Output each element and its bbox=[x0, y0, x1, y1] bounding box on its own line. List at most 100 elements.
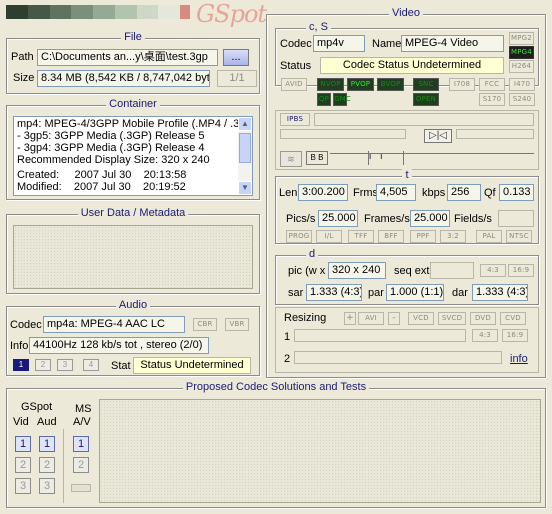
resize-minus-flag[interactable]: - bbox=[388, 312, 400, 325]
audio-stream-2[interactable]: 2 bbox=[35, 359, 51, 371]
browse-button[interactable]: ... bbox=[223, 49, 249, 66]
pvop-flag: PVOP bbox=[347, 78, 374, 91]
userdata-area[interactable] bbox=[13, 225, 253, 289]
av-1-button[interactable]: 1 bbox=[73, 436, 89, 452]
audio-stream-1[interactable]: 1 bbox=[13, 359, 29, 371]
video-codec-label: Codec bbox=[280, 38, 312, 50]
b-frames-indicator: B B bbox=[306, 151, 328, 165]
container-title: Container bbox=[106, 98, 160, 110]
nvop-flag: NVOP bbox=[317, 78, 344, 91]
resizing-area: Resizing + AVI - VCD SVCD DVD CVD 1 4:3 … bbox=[275, 307, 539, 373]
gop-timeline-line bbox=[330, 153, 534, 154]
av-2-button[interactable]: 2 bbox=[73, 457, 89, 473]
vid-3-button[interactable]: 3 bbox=[15, 478, 31, 494]
audio-stream-4[interactable]: 4 bbox=[83, 359, 99, 371]
resize-plus-flag[interactable]: + bbox=[344, 312, 356, 325]
audio-title: Audio bbox=[115, 299, 151, 311]
vid-2-button[interactable]: 2 bbox=[15, 457, 31, 473]
page-indicator: 1/1 bbox=[217, 70, 257, 87]
open-flag: OPEN bbox=[413, 93, 439, 106]
image-icon[interactable]: ≋ bbox=[280, 151, 302, 167]
aud-2-button[interactable]: 2 bbox=[39, 457, 55, 473]
len-field: 3:00.200 bbox=[298, 184, 348, 201]
resize-row2-label: 2 bbox=[284, 353, 291, 365]
resize-dvd-flag[interactable]: DVD bbox=[470, 312, 496, 325]
frms-label: Frms bbox=[353, 187, 379, 199]
cs-title: c, S bbox=[306, 21, 331, 33]
swatch bbox=[180, 5, 190, 19]
scroll-down-icon[interactable]: ▼ bbox=[238, 181, 252, 195]
resize-row1-field bbox=[294, 329, 466, 342]
pic-label: pic (w x bbox=[288, 265, 326, 277]
resize-svcd-flag[interactable]: SVCD bbox=[438, 312, 466, 325]
par-label: par bbox=[368, 287, 384, 299]
dimensions-subgroup: d pic (w x 320 x 240 seq ext 4:3 16:9 sa… bbox=[275, 248, 539, 305]
audio-info-label: Info bbox=[10, 340, 29, 352]
info-link[interactable]: info bbox=[510, 352, 528, 366]
userdata-title: User Data / Metadata bbox=[77, 207, 189, 219]
dar-field: 1.333 (4:3) bbox=[472, 284, 528, 301]
tff-flag: TFF bbox=[348, 230, 374, 243]
audio-info-field: 44100Hz 128 kb/s tot , stereo (2/0) bbox=[29, 337, 209, 354]
aud-1-button[interactable]: 1 bbox=[39, 436, 55, 452]
swatch bbox=[71, 5, 93, 19]
t-title: t bbox=[402, 169, 412, 181]
container-group: Container mp4: MPEG-4/3GPP Mobile Profil… bbox=[6, 98, 260, 200]
path-label: Path bbox=[11, 51, 34, 63]
resize-vcd-flag[interactable]: VCD bbox=[408, 312, 434, 325]
sar-label: sar bbox=[288, 287, 304, 299]
header-swatches bbox=[6, 5, 190, 19]
il-flag: I/L bbox=[316, 230, 342, 243]
pics-label: Pics/s bbox=[286, 213, 316, 225]
vid-1-button[interactable]: 1 bbox=[15, 436, 31, 452]
qf-field: 0.133 bbox=[499, 184, 534, 201]
resize-row1-label: 1 bbox=[284, 331, 291, 343]
container-scrollbar[interactable]: ▲ ▼ bbox=[238, 117, 252, 195]
row1-169-flag: 16:9 bbox=[502, 329, 528, 342]
h264-flag: H264 bbox=[509, 60, 534, 73]
video-title: Video bbox=[389, 7, 423, 19]
bff-flag: BFF bbox=[378, 230, 404, 243]
proposed-results-area[interactable] bbox=[99, 399, 541, 503]
timing-subgroup: t Len 3:00.200 Frms 4,505 kbps 256 Qf 0.… bbox=[275, 169, 539, 244]
container-info-list[interactable]: mp4: MPEG-4/3GPP Mobile Profile (.MP4 / … bbox=[13, 116, 253, 196]
frames-field: 25.000 bbox=[410, 210, 450, 227]
seqext-field bbox=[430, 262, 474, 279]
seqext-label: seq ext bbox=[394, 265, 430, 277]
swatch bbox=[136, 5, 159, 19]
swatch bbox=[6, 5, 28, 19]
qp-flag: QP bbox=[317, 93, 331, 106]
i470-flag: I470 bbox=[509, 78, 535, 91]
container-line: mp4: MPEG-4/3GPP Mobile Profile (.MP4 / … bbox=[17, 118, 239, 130]
scroll-up-icon[interactable]: ▲ bbox=[238, 117, 252, 131]
s170-flag: S170 bbox=[479, 93, 505, 106]
resize-cvd-flag[interactable]: CVD bbox=[500, 312, 526, 325]
audio-codec-label: Codec bbox=[10, 319, 42, 331]
resize-avi-flag[interactable]: AVI bbox=[358, 312, 384, 325]
frame-type-area: IPBS ▷|◁ ≋ B B I I bbox=[275, 110, 539, 170]
scroll-thumb[interactable] bbox=[239, 133, 251, 163]
path-field[interactable]: C:\Documents an...y\桌面\test.3gp bbox=[37, 49, 218, 66]
aud-label: Aud bbox=[37, 416, 57, 428]
fields-field bbox=[498, 210, 534, 227]
audio-group: Audio Codec mp4a: MPEG-4 AAC LC CBR VBR … bbox=[6, 299, 260, 376]
video-status-field: Codec Status Undetermined bbox=[320, 57, 504, 74]
file-title: File bbox=[121, 31, 145, 43]
swatch bbox=[158, 5, 180, 19]
swap-arrows-icon[interactable]: ▷|◁ bbox=[424, 129, 452, 143]
aspect-169-flag: 16:9 bbox=[508, 264, 534, 277]
audio-stream-3[interactable]: 3 bbox=[57, 359, 73, 371]
fields-label: Fields/s bbox=[454, 213, 492, 225]
pic-field: 320 x 240 bbox=[328, 262, 386, 279]
vbr-flag: VBR bbox=[225, 318, 249, 331]
aud-3-button[interactable]: 3 bbox=[39, 478, 55, 494]
dar-label: dar bbox=[452, 287, 468, 299]
bvop-flag: BVOP bbox=[377, 78, 404, 91]
gspot-label: GSpot bbox=[21, 401, 53, 413]
s240-flag: S240 bbox=[509, 93, 535, 106]
vid-label: Vid bbox=[13, 416, 29, 428]
gop-field bbox=[314, 113, 534, 126]
ntsc-flag: NTSC bbox=[506, 230, 532, 243]
prog-flag: PROG bbox=[286, 230, 312, 243]
kbps-field: 256 bbox=[447, 184, 481, 201]
